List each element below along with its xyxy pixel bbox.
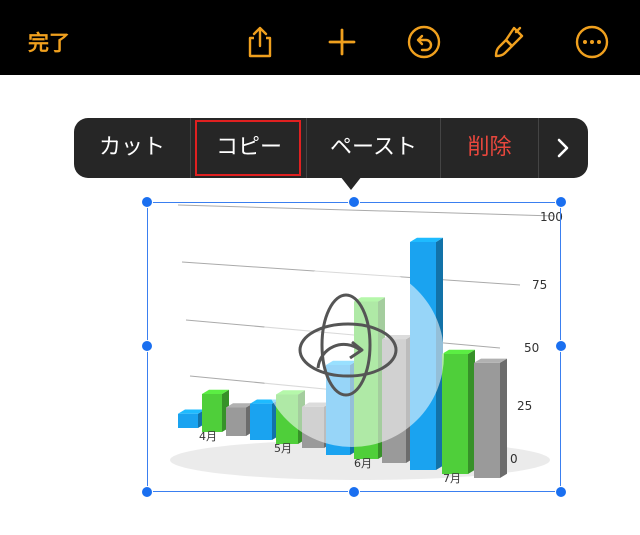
menu-item-delete[interactable]: 削除 [441,118,538,178]
selection-frame [147,202,561,492]
resize-handle-bottom-right[interactable] [555,486,567,498]
resize-handle-bottom-left[interactable] [141,486,153,498]
menu-item-cut[interactable]: カット [74,118,190,178]
chevron-right-icon[interactable] [552,118,574,178]
resize-handle-left[interactable] [141,340,153,352]
copy-highlight-frame [195,120,301,176]
resize-handle-top-right[interactable] [555,196,567,208]
resize-handle-top-left[interactable] [141,196,153,208]
context-menu: カット コピー ペースト 削除 [74,118,588,178]
menu-divider [190,118,191,178]
resize-handle-bottom[interactable] [348,486,360,498]
context-menu-pointer [340,176,362,190]
resize-handle-top[interactable] [348,196,360,208]
menu-item-paste[interactable]: ペースト [307,118,440,178]
resize-handle-right[interactable] [555,340,567,352]
menu-divider [538,118,539,178]
